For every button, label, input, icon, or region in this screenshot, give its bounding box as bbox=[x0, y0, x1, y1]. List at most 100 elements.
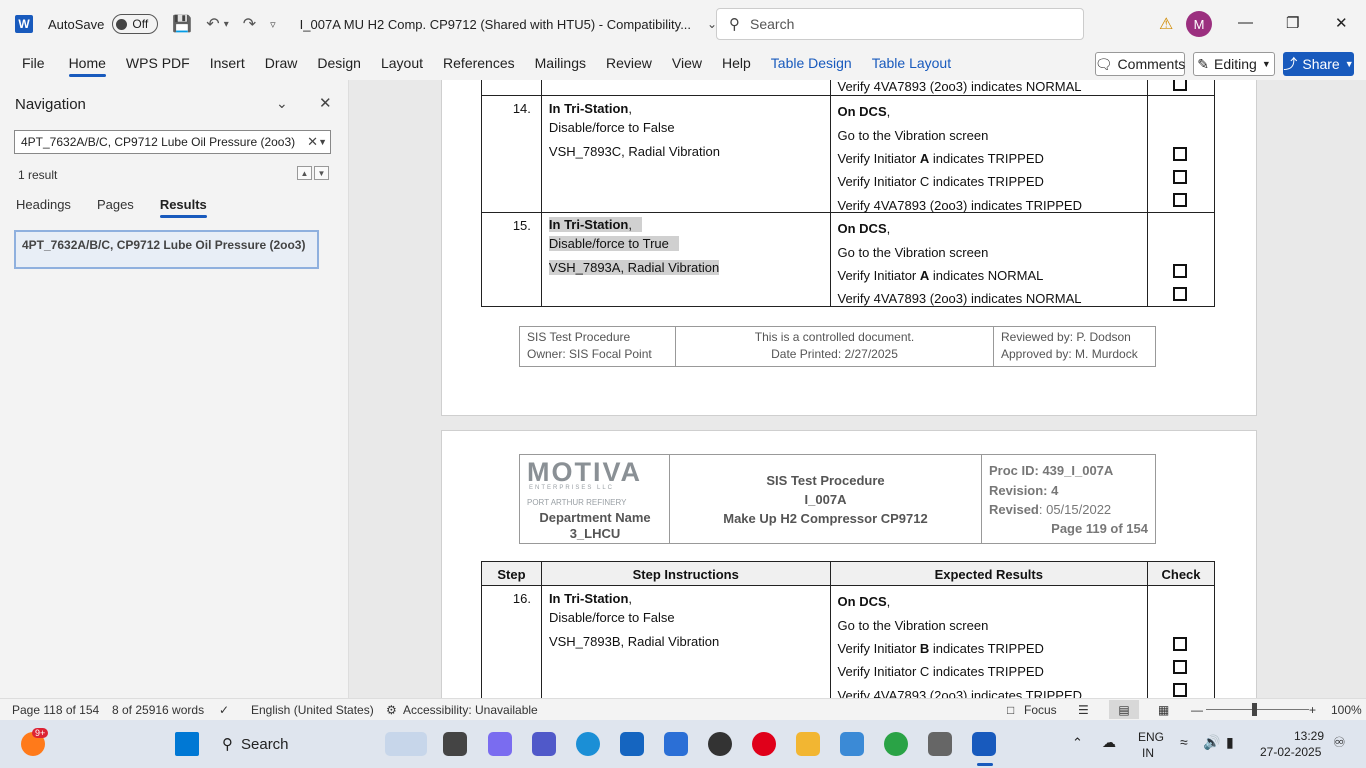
instruction-line: VSH_7893B, Radial Vibration bbox=[548, 634, 720, 649]
check-cell bbox=[1147, 212, 1215, 307]
tab-table-design[interactable]: Table Design bbox=[761, 48, 862, 80]
language-region[interactable]: IN bbox=[1142, 746, 1154, 760]
word-count[interactable]: 8 of 25916 words bbox=[112, 703, 204, 717]
previous-result-icon[interactable]: ▲ bbox=[297, 166, 312, 180]
maximize-icon[interactable]: ❐ bbox=[1286, 14, 1299, 32]
clock-date[interactable]: 27-02-2025 bbox=[1260, 745, 1321, 759]
zoom-slider-handle[interactable] bbox=[1252, 703, 1257, 716]
search-result-item[interactable]: 4PT_7632A/B/C, CP9712 Lube Oil Pressure … bbox=[14, 230, 319, 269]
share-button[interactable]: ⤴ Share ▼ bbox=[1283, 52, 1354, 76]
task-view-icon[interactable] bbox=[443, 732, 467, 756]
avatar[interactable]: M bbox=[1186, 11, 1212, 37]
checkbox[interactable] bbox=[1173, 193, 1188, 207]
network-status-icon[interactable]: ☁ bbox=[1102, 734, 1116, 751]
app-icon[interactable] bbox=[928, 732, 952, 756]
pane-options-chevron-icon[interactable]: ⌄ bbox=[276, 95, 288, 112]
minimize-icon[interactable]: — bbox=[1238, 14, 1253, 31]
expected-pre: Verify Initiator bbox=[837, 641, 920, 656]
checkbox[interactable] bbox=[1173, 683, 1188, 697]
warning-icon[interactable]: ⚠ bbox=[1159, 14, 1173, 34]
proofing-icon[interactable]: ✓ bbox=[219, 703, 229, 717]
navigation-tabs: Headings Pages Results bbox=[16, 197, 233, 218]
wifi-icon[interactable]: ≈ bbox=[1180, 734, 1188, 750]
header-meta-cell: Proc ID: 439_I_007A Revision: 4 Revised:… bbox=[982, 455, 1155, 543]
tab-review[interactable]: Review bbox=[596, 48, 662, 80]
teams-icon[interactable] bbox=[532, 732, 556, 756]
checkbox[interactable] bbox=[1173, 147, 1188, 161]
tab-insert[interactable]: Insert bbox=[200, 48, 255, 80]
checkbox[interactable] bbox=[1173, 80, 1188, 91]
chrome-icon[interactable] bbox=[884, 732, 908, 756]
expected-rest: , bbox=[886, 104, 891, 119]
web-layout-icon[interactable]: ▦ bbox=[1158, 703, 1169, 717]
clock-time[interactable]: 13:29 bbox=[1294, 729, 1324, 743]
checkbox[interactable] bbox=[1173, 170, 1188, 184]
focus-mode-button[interactable]: Focus bbox=[1024, 703, 1057, 717]
close-window-icon[interactable]: ✕ bbox=[1335, 14, 1348, 32]
edge-icon[interactable] bbox=[576, 732, 600, 756]
save-icon[interactable]: 💾 bbox=[172, 14, 192, 34]
accessibility-status[interactable]: Accessibility: Unavailable bbox=[403, 703, 538, 717]
tab-home[interactable]: Home bbox=[59, 48, 116, 80]
editing-mode-button[interactable]: ✎ Editing ▼ bbox=[1193, 52, 1275, 76]
expected-bold: On DCS bbox=[837, 104, 887, 119]
checkbox[interactable] bbox=[1173, 637, 1188, 651]
tab-mailings[interactable]: Mailings bbox=[525, 48, 596, 80]
search-highlight-icon[interactable] bbox=[385, 732, 427, 756]
document-title[interactable]: I_007A MU H2 Comp. CP9712 (Shared with H… bbox=[300, 17, 691, 32]
tab-results[interactable]: Results bbox=[159, 197, 207, 218]
tab-headings[interactable]: Headings bbox=[16, 197, 71, 212]
windows-start-icon[interactable] bbox=[175, 732, 199, 756]
zoom-in-icon[interactable]: + bbox=[1309, 703, 1316, 717]
word-taskbar-icon[interactable] bbox=[972, 732, 996, 756]
tab-table-layout[interactable]: Table Layout bbox=[862, 48, 961, 80]
search-options-chevron-icon[interactable]: ▼ bbox=[318, 137, 327, 147]
checkbox[interactable] bbox=[1173, 264, 1188, 278]
language-code[interactable]: ENG bbox=[1138, 730, 1164, 744]
notifications-bell-icon[interactable]: ♾ bbox=[1333, 734, 1346, 751]
battery-icon[interactable]: ▮ bbox=[1226, 734, 1234, 751]
zoom-level[interactable]: 100% bbox=[1331, 703, 1362, 717]
close-pane-icon[interactable]: ✕ bbox=[319, 94, 332, 112]
clear-search-icon[interactable]: ✕ bbox=[307, 134, 318, 150]
tab-draw[interactable]: Draw bbox=[255, 48, 308, 80]
tab-file[interactable]: File bbox=[12, 48, 55, 80]
checkbox[interactable] bbox=[1173, 660, 1188, 674]
navigation-search-value: 4PT_7632A/B/C, CP9712 Lube Oil Pressure … bbox=[21, 135, 296, 149]
undo-dropdown-icon[interactable]: ▾ bbox=[224, 19, 229, 30]
tab-wps-pdf[interactable]: WPS PDF bbox=[116, 48, 200, 80]
volume-icon[interactable]: 🔊 bbox=[1203, 734, 1220, 751]
read-mode-icon[interactable]: ☰ bbox=[1078, 703, 1089, 717]
checkbox[interactable] bbox=[1173, 287, 1188, 301]
tab-design[interactable]: Design bbox=[307, 48, 371, 80]
outlook-icon[interactable] bbox=[664, 732, 688, 756]
tab-layout[interactable]: Layout bbox=[371, 48, 433, 80]
comments-button[interactable]: 🗨 Comments bbox=[1095, 52, 1185, 76]
search-box[interactable]: ⚲ Search bbox=[716, 8, 1084, 40]
document-area[interactable]: Verify 4VA7893 (2oo3) indicates NORMAL 1… bbox=[350, 80, 1366, 698]
redo-icon[interactable]: ↷ bbox=[243, 14, 256, 34]
file-explorer-icon[interactable] bbox=[796, 732, 820, 756]
print-layout-icon[interactable]: ▤ bbox=[1109, 700, 1139, 719]
language-indicator[interactable]: English (United States) bbox=[251, 703, 374, 717]
tab-pages[interactable]: Pages bbox=[97, 197, 134, 212]
undo-icon[interactable]: ↶ bbox=[206, 14, 219, 34]
autosave-toggle[interactable]: Off bbox=[112, 14, 159, 34]
tab-references[interactable]: References bbox=[433, 48, 525, 80]
next-result-icon[interactable]: ▼ bbox=[314, 166, 329, 180]
customize-qat-icon[interactable]: ▿ bbox=[270, 18, 276, 31]
dell-icon[interactable] bbox=[708, 732, 732, 756]
expected-post: indicates NORMAL bbox=[929, 268, 1044, 283]
copilot-icon[interactable] bbox=[488, 732, 512, 756]
zoom-out-icon[interactable]: — bbox=[1191, 703, 1203, 717]
navigation-search-input[interactable]: 4PT_7632A/B/C, CP9712 Lube Oil Pressure … bbox=[14, 130, 331, 154]
taskbar-search[interactable]: ⚲ Search bbox=[210, 728, 380, 760]
opera-icon[interactable] bbox=[752, 732, 776, 756]
tab-help[interactable]: Help bbox=[712, 48, 761, 80]
zoom-slider[interactable] bbox=[1206, 709, 1309, 710]
store-icon[interactable] bbox=[620, 732, 644, 756]
page-indicator[interactable]: Page 118 of 154 bbox=[12, 703, 99, 717]
hidden-icons-chevron-icon[interactable]: ⌃ bbox=[1072, 735, 1083, 751]
tab-view[interactable]: View bbox=[662, 48, 712, 80]
photos-icon[interactable] bbox=[840, 732, 864, 756]
